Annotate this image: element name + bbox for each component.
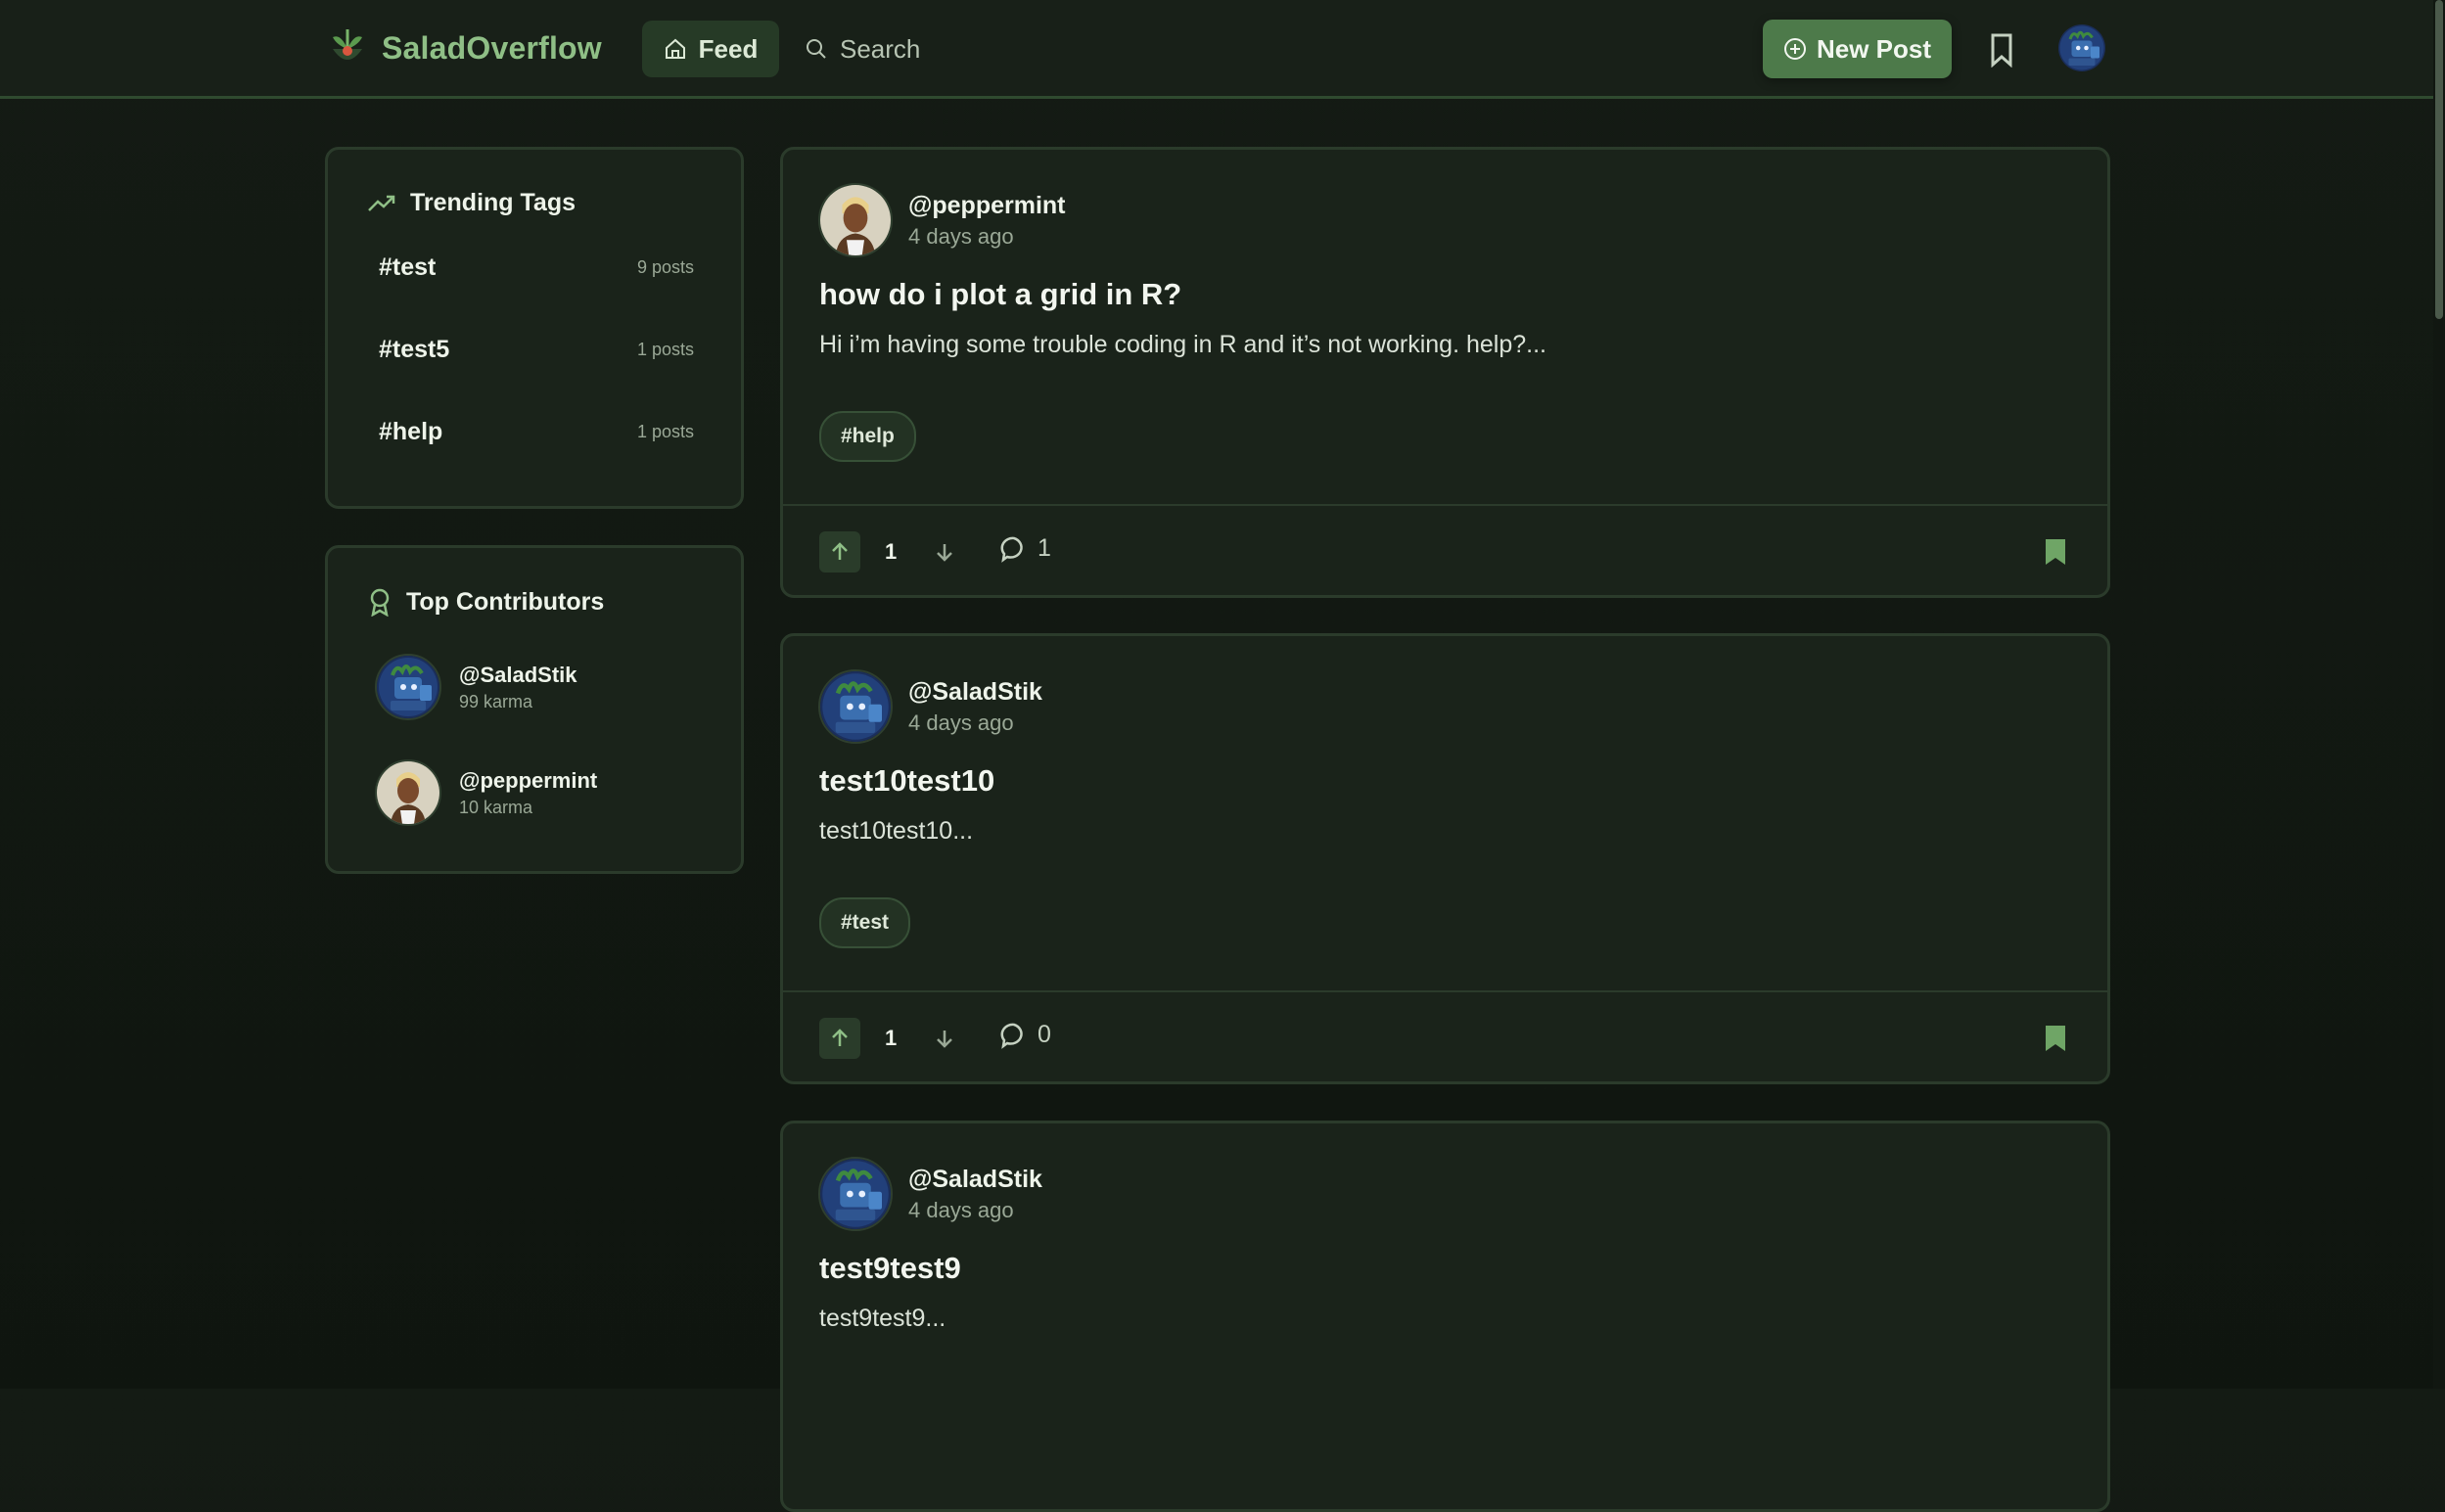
vote-count: 1 <box>885 539 898 564</box>
comment-icon <box>1000 1023 1023 1049</box>
post-card[interactable]: @peppermint 4 days ago how do i plot a g… <box>780 147 2110 598</box>
nav-search-label: Search <box>840 33 921 64</box>
arrow-up-icon <box>832 542 848 560</box>
tag-name: #test <box>379 253 437 281</box>
home-icon <box>665 38 685 59</box>
robot-avatar[interactable] <box>818 669 893 744</box>
tag-count: 1 posts <box>636 422 694 441</box>
post-author[interactable]: @SaladStik <box>908 1166 1042 1194</box>
tag-item[interactable]: #test 9 posts <box>379 253 694 282</box>
contributor-name: @SaladStik <box>459 662 577 687</box>
nav-search-button[interactable]: Search <box>805 21 920 77</box>
post-card[interactable]: @SaladStik 4 days ago test9test9 test9te… <box>780 1121 2110 1512</box>
post-tag[interactable]: #help <box>819 411 916 462</box>
comment-count: 0 <box>1038 1021 1051 1048</box>
scrollbar-thumb[interactable] <box>2435 0 2443 319</box>
brand[interactable]: SaladOverflow <box>327 27 602 69</box>
post-header: @SaladStik 4 days ago <box>818 1157 1042 1231</box>
top-contributors-header: Top Contributors <box>367 587 604 617</box>
tag-count: 9 posts <box>636 257 694 277</box>
comment-count: 1 <box>1038 534 1051 562</box>
person-avatar <box>375 759 441 826</box>
arrow-down-icon <box>937 1031 952 1048</box>
upvote-button[interactable] <box>819 531 860 573</box>
plus-circle-icon <box>1783 38 1806 60</box>
award-icon <box>370 588 390 617</box>
contributor-karma: 99 karma <box>459 691 533 711</box>
post-timestamp: 4 days ago <box>908 710 1014 735</box>
bookmark-icon[interactable] <box>2043 1024 2068 1053</box>
contributor-karma: 10 karma <box>459 797 533 817</box>
salad-bowl-logo-icon <box>333 29 362 60</box>
downvote-button[interactable] <box>928 535 961 569</box>
post-author[interactable]: @SaladStik <box>908 678 1042 707</box>
robot-avatar <box>375 654 441 720</box>
top-navigation-bar: SaladOverflow Feed Search New Post <box>0 0 2433 99</box>
brand-name: SaladOverflow <box>382 29 602 66</box>
nav-feed-label: Feed <box>698 33 759 64</box>
comments-button[interactable]: 1 <box>1000 534 1051 563</box>
post-timestamp: 4 days ago <box>908 1197 1014 1222</box>
post-tag[interactable]: #test <box>819 897 911 948</box>
post-title[interactable]: test9test9 <box>819 1251 961 1286</box>
user-avatar[interactable] <box>2058 24 2105 71</box>
trending-up-icon <box>368 195 395 211</box>
post-divider <box>783 504 2107 506</box>
downvote-button[interactable] <box>928 1022 961 1055</box>
post-title[interactable]: test10test10 <box>819 763 994 799</box>
robot-avatar[interactable] <box>818 1157 893 1231</box>
person-avatar[interactable] <box>818 183 893 257</box>
new-post-button[interactable]: New Post <box>1763 20 1952 78</box>
post-card[interactable]: @SaladStik 4 days ago test10test10 test1… <box>780 633 2110 1084</box>
trending-tags-title: Trending Tags <box>410 189 576 216</box>
arrow-up-icon <box>832 1029 848 1046</box>
arrow-down-icon <box>937 544 952 562</box>
post-header: @peppermint 4 days ago <box>818 183 1066 257</box>
tag-name: #help <box>379 418 443 445</box>
comment-icon <box>1000 536 1023 563</box>
tag-count: 1 posts <box>636 340 694 359</box>
vote-count: 1 <box>885 1026 898 1050</box>
contributor-item[interactable]: @SaladStik 99 karma <box>375 654 577 720</box>
post-excerpt: test10test10... <box>819 817 974 845</box>
tag-item[interactable]: #help 1 posts <box>379 418 694 446</box>
post-divider <box>783 990 2107 992</box>
tag-item[interactable]: #test5 1 posts <box>379 336 694 364</box>
new-post-label: New Post <box>1816 33 1932 64</box>
post-header: @SaladStik 4 days ago <box>818 669 1042 744</box>
contributor-name: @peppermint <box>459 767 598 793</box>
search-icon <box>807 39 826 59</box>
post-excerpt: test9test9... <box>819 1305 946 1332</box>
bookmarks-icon[interactable] <box>1987 32 2016 68</box>
trending-tags-card: Trending Tags #test 9 posts #test5 1 pos… <box>325 147 744 509</box>
contributor-item[interactable]: @peppermint 10 karma <box>375 759 597 826</box>
trending-tags-header: Trending Tags <box>367 189 576 217</box>
bookmark-icon[interactable] <box>2043 537 2068 567</box>
post-timestamp: 4 days ago <box>908 223 1014 249</box>
post-author[interactable]: @peppermint <box>908 192 1066 220</box>
tag-name: #test5 <box>379 336 450 363</box>
scrollbar[interactable] <box>2433 0 2445 1389</box>
upvote-button[interactable] <box>819 1018 860 1059</box>
post-title[interactable]: how do i plot a grid in R? <box>819 277 1181 312</box>
post-excerpt: Hi i’m having some trouble coding in R a… <box>819 331 1546 358</box>
top-contributors-title: Top Contributors <box>406 587 605 616</box>
comments-button[interactable]: 0 <box>1000 1021 1051 1049</box>
nav-feed-button[interactable]: Feed <box>642 21 779 77</box>
top-contributors-card: Top Contributors @SaladStik 99 karma @pe… <box>325 545 744 874</box>
